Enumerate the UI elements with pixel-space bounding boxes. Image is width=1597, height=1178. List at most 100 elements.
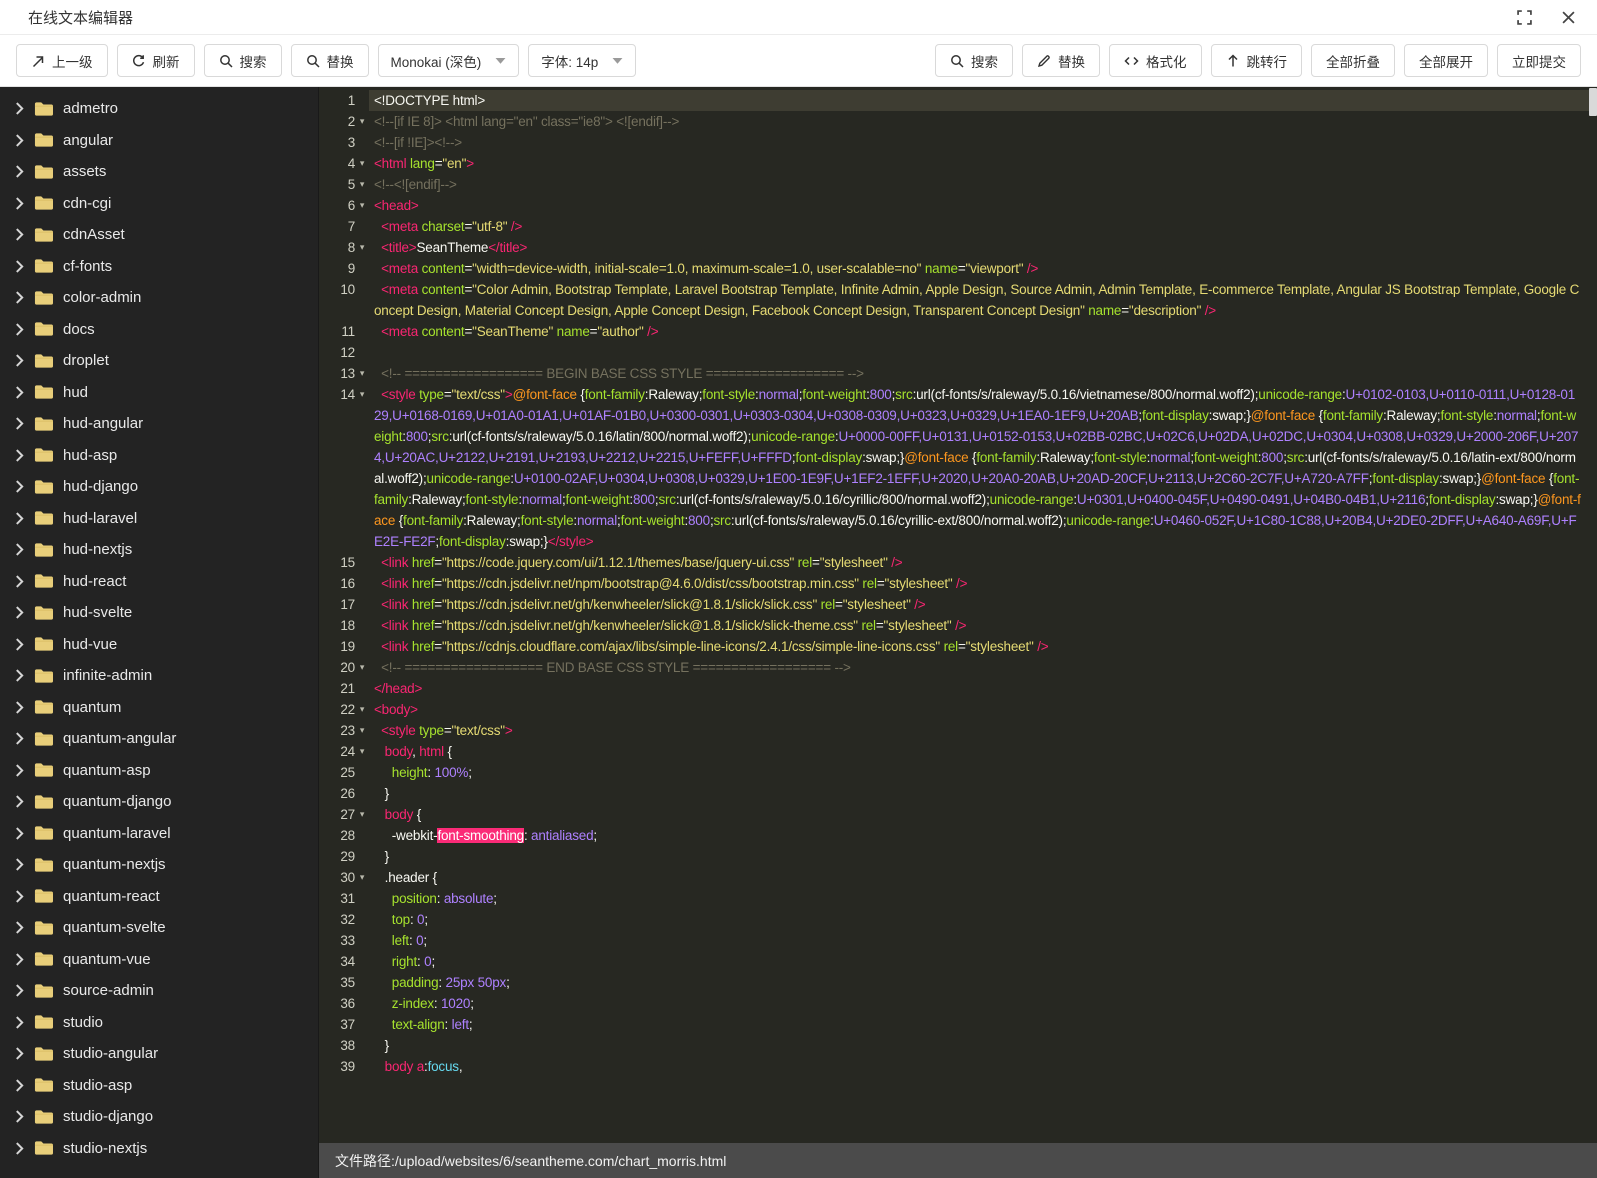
replace-button-left[interactable]: 替换 [291, 44, 369, 77]
fullscreen-icon[interactable] [1517, 10, 1532, 25]
code-line[interactable]: 4▾<html lang="en"> [319, 153, 1597, 174]
code-line[interactable]: 11 <meta content="SeanTheme" name="autho… [319, 321, 1597, 342]
chevron-right-icon[interactable] [15, 228, 24, 241]
code-line[interactable]: 30▾ .header { [319, 867, 1597, 888]
code-line[interactable]: 16 <link href="https://cdn.jsdelivr.net/… [319, 573, 1597, 594]
code-line[interactable]: 21</head> [319, 678, 1597, 699]
fold-caret-icon[interactable]: ▾ [355, 195, 369, 216]
chevron-right-icon[interactable] [15, 953, 24, 966]
fold-caret-icon[interactable]: ▾ [355, 384, 369, 405]
code-line[interactable]: 15 <link href="https://code.jquery.com/u… [319, 552, 1597, 573]
chevron-right-icon[interactable] [15, 1110, 24, 1123]
code-line[interactable]: 34 right: 0; [319, 951, 1597, 972]
sidebar-folder-infinite-admin[interactable]: infinite-admin [0, 660, 318, 692]
code-line[interactable]: 38 } [319, 1035, 1597, 1056]
chevron-right-icon[interactable] [15, 921, 24, 934]
collapse-all-button[interactable]: 全部折叠 [1311, 44, 1395, 77]
goto-line-button[interactable]: 跳转行 [1211, 44, 1303, 77]
fold-caret-icon[interactable]: ▾ [355, 657, 369, 678]
chevron-right-icon[interactable] [15, 512, 24, 525]
chevron-right-icon[interactable] [15, 638, 24, 651]
sidebar-folder-quantum-django[interactable]: quantum-django [0, 786, 318, 818]
chevron-right-icon[interactable] [15, 480, 24, 493]
sidebar-folder-studio-django[interactable]: studio-django [0, 1101, 318, 1133]
search-button-left[interactable]: 搜索 [204, 44, 282, 77]
code-line[interactable]: 26 } [319, 783, 1597, 804]
sidebar-folder-studio-angular[interactable]: studio-angular [0, 1038, 318, 1070]
code-line[interactable]: 14▾ <style type="text/css">@font-face {f… [319, 384, 1597, 552]
code-line[interactable]: 17 <link href="https://cdn.jsdelivr.net/… [319, 594, 1597, 615]
refresh-button[interactable]: 刷新 [117, 44, 195, 77]
fold-caret-icon[interactable]: ▾ [355, 867, 369, 888]
chevron-right-icon[interactable] [15, 1142, 24, 1155]
chevron-right-icon[interactable] [15, 1016, 24, 1029]
code-line[interactable]: 27▾ body { [319, 804, 1597, 825]
code-line[interactable]: 33 left: 0; [319, 930, 1597, 951]
chevron-right-icon[interactable] [15, 323, 24, 336]
sidebar-folder-hud-vue[interactable]: hud-vue [0, 629, 318, 661]
code-line[interactable]: 39 body a:focus, [319, 1056, 1597, 1077]
code-line[interactable]: 7 <meta charset="utf-8" /> [319, 216, 1597, 237]
sidebar-folder-admetro[interactable]: admetro [0, 93, 318, 125]
font-size-select[interactable]: 字体: 14p [528, 44, 636, 77]
chevron-right-icon[interactable] [15, 858, 24, 871]
fold-caret-icon[interactable]: ▾ [355, 363, 369, 384]
chevron-right-icon[interactable] [15, 260, 24, 273]
code-line[interactable]: 18 <link href="https://cdn.jsdelivr.net/… [319, 615, 1597, 636]
sidebar-folder-hud-svelte[interactable]: hud-svelte [0, 597, 318, 629]
sidebar-folder-hud-laravel[interactable]: hud-laravel [0, 503, 318, 535]
code-line[interactable]: 23▾ <style type="text/css"> [319, 720, 1597, 741]
chevron-right-icon[interactable] [15, 827, 24, 840]
code-line[interactable]: 3<!--[if !IE]><!--> [319, 132, 1597, 153]
fold-caret-icon[interactable]: ▾ [355, 237, 369, 258]
sidebar-folder-hud-angular[interactable]: hud-angular [0, 408, 318, 440]
code-line[interactable]: 20▾ <!-- ================== END BASE CSS… [319, 657, 1597, 678]
sidebar-folder-cdnAsset[interactable]: cdnAsset [0, 219, 318, 251]
chevron-right-icon[interactable] [15, 764, 24, 777]
sidebar-folder-hud-asp[interactable]: hud-asp [0, 440, 318, 472]
sidebar-folder-quantum-svelte[interactable]: quantum-svelte [0, 912, 318, 944]
fold-caret-icon[interactable]: ▾ [355, 153, 369, 174]
fold-caret-icon[interactable]: ▾ [355, 804, 369, 825]
code-line[interactable]: 36 z-index: 1020; [319, 993, 1597, 1014]
sidebar-folder-studio-asp[interactable]: studio-asp [0, 1070, 318, 1102]
fold-caret-icon[interactable]: ▾ [355, 111, 369, 132]
code-line[interactable]: 32 top: 0; [319, 909, 1597, 930]
chevron-right-icon[interactable] [15, 543, 24, 556]
sidebar-folder-droplet[interactable]: droplet [0, 345, 318, 377]
code-line[interactable]: 29 } [319, 846, 1597, 867]
format-button[interactable]: 格式化 [1109, 44, 1202, 77]
sidebar-folder-angular[interactable]: angular [0, 125, 318, 157]
code-line[interactable]: 5▾<!--<![endif]--> [319, 174, 1597, 195]
chevron-right-icon[interactable] [15, 134, 24, 147]
sidebar-folder-color-admin[interactable]: color-admin [0, 282, 318, 314]
sidebar-folder-cf-fonts[interactable]: cf-fonts [0, 251, 318, 283]
theme-select[interactable]: Monokai (深色) [378, 44, 520, 77]
chevron-right-icon[interactable] [15, 669, 24, 682]
chevron-right-icon[interactable] [15, 890, 24, 903]
sidebar-folder-quantum-angular[interactable]: quantum-angular [0, 723, 318, 755]
code-line[interactable]: 2▾<!--[if IE 8]> <html lang="en" class="… [319, 111, 1597, 132]
code-line[interactable]: 9 <meta content="width=device-width, ini… [319, 258, 1597, 279]
chevron-right-icon[interactable] [15, 386, 24, 399]
code-line[interactable]: 31 position: absolute; [319, 888, 1597, 909]
chevron-right-icon[interactable] [15, 417, 24, 430]
code-line[interactable]: 13▾ <!-- ================== BEGIN BASE C… [319, 363, 1597, 384]
close-icon[interactable] [1562, 11, 1575, 24]
chevron-right-icon[interactable] [15, 102, 24, 115]
code-line[interactable]: 25 height: 100%; [319, 762, 1597, 783]
sidebar-folder-hud-django[interactable]: hud-django [0, 471, 318, 503]
sidebar-folder-docs[interactable]: docs [0, 314, 318, 346]
sidebar-folder-hud-react[interactable]: hud-react [0, 566, 318, 598]
chevron-right-icon[interactable] [15, 701, 24, 714]
chevron-right-icon[interactable] [15, 984, 24, 997]
code-line[interactable]: 8▾ <title>SeanTheme</title> [319, 237, 1597, 258]
sidebar-folder-quantum-nextjs[interactable]: quantum-nextjs [0, 849, 318, 881]
chevron-right-icon[interactable] [15, 449, 24, 462]
sidebar-folder-quantum[interactable]: quantum [0, 692, 318, 724]
sidebar-folder-assets[interactable]: assets [0, 156, 318, 188]
sidebar-folder-hud[interactable]: hud [0, 377, 318, 409]
fold-caret-icon[interactable]: ▾ [355, 699, 369, 720]
search-button[interactable]: 搜索 [935, 44, 1013, 77]
chevron-right-icon[interactable] [15, 1079, 24, 1092]
